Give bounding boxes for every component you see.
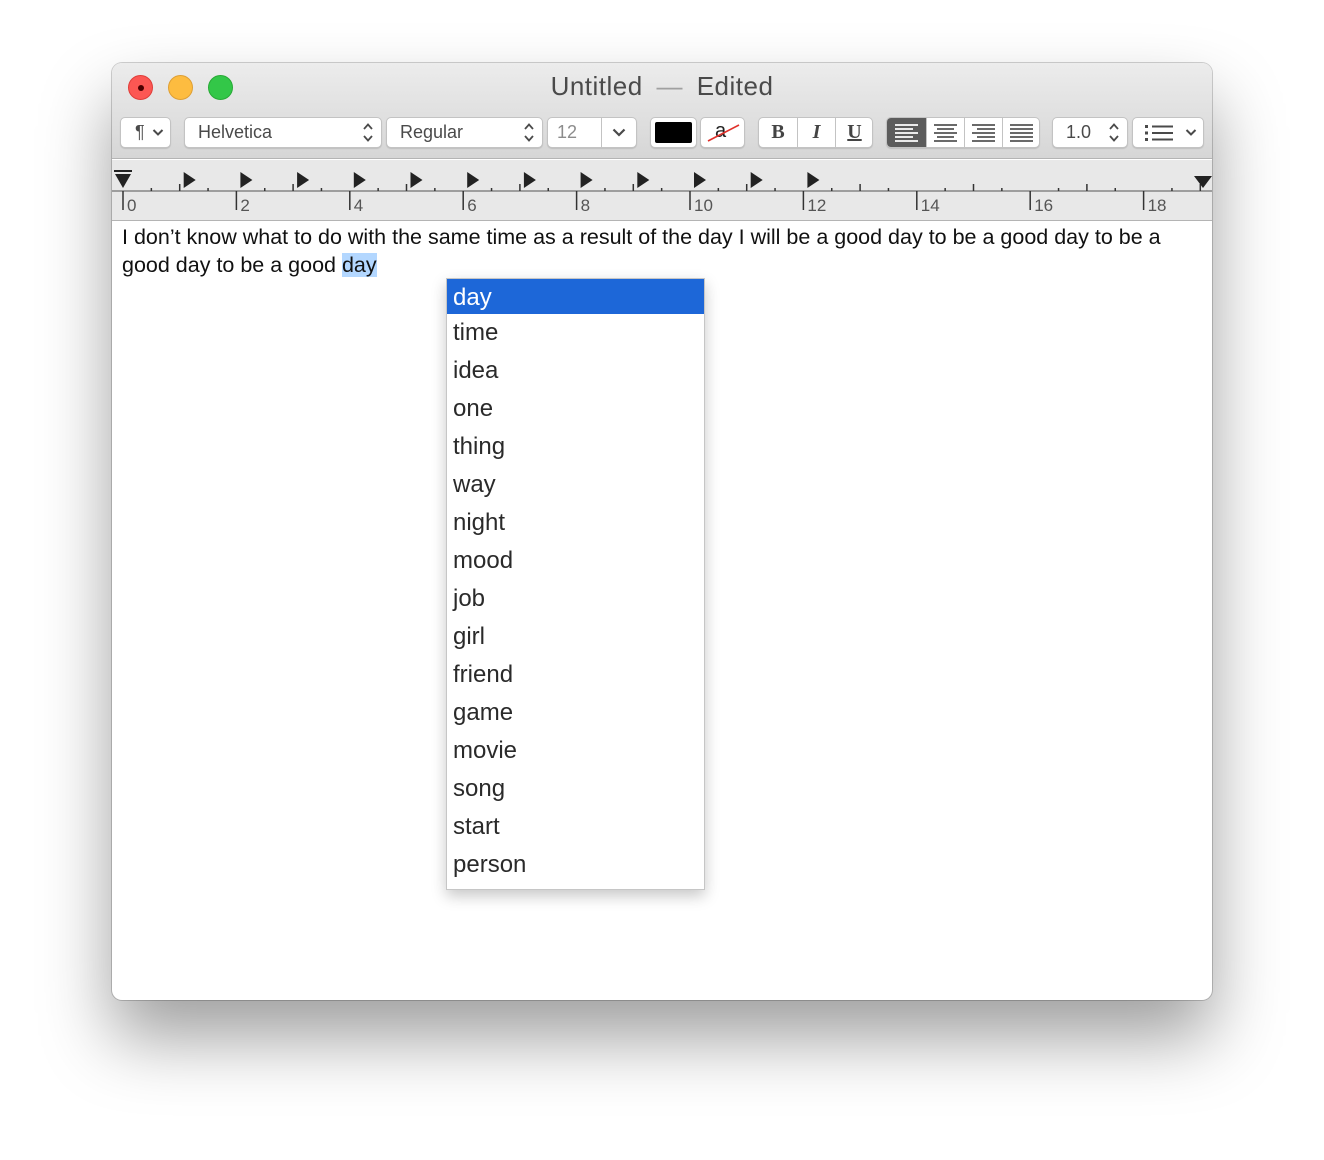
underline-button[interactable]: U <box>836 118 873 147</box>
autocomplete-item[interactable]: night <box>447 504 704 542</box>
autocomplete-item[interactable]: idea <box>447 352 704 390</box>
up-down-arrows-icon <box>1109 123 1119 142</box>
left-indent-marker[interactable] <box>114 170 132 188</box>
align-left-icon <box>895 124 918 142</box>
autocomplete-list[interactable]: day time idea one thing way night mood job girl fr… <box>446 278 705 890</box>
tab-stop-marker[interactable] <box>807 172 820 188</box>
autocomplete-item[interactable]: friend <box>447 656 704 694</box>
autocomplete-item[interactable]: thing <box>447 428 704 466</box>
autocomplete-item[interactable]: day <box>447 279 704 314</box>
autocomplete-item[interactable]: game <box>447 694 704 732</box>
ruler-label: 0 <box>127 196 137 215</box>
window-title: Untitled — Edited <box>112 71 1212 102</box>
text-color-swatch <box>655 122 692 143</box>
selected-word: day <box>341 253 377 277</box>
line-spacing-value: 1.0 <box>1066 122 1092 142</box>
autocomplete-item[interactable]: song <box>447 770 704 808</box>
ruler-label: 14 <box>920 196 940 215</box>
right-margin-marker[interactable] <box>1194 176 1212 188</box>
textedit-window: Untitled — Edited ¶ Helvetica Regular 12… <box>112 63 1212 1000</box>
chevron-down-icon <box>152 129 164 136</box>
align-right-icon <box>972 124 995 142</box>
ruler-label: 2 <box>240 196 250 215</box>
title-separator: — <box>656 71 683 101</box>
line-spacing-popup[interactable]: 1.0 <box>1052 117 1128 148</box>
chevron-down-icon[interactable] <box>612 118 626 147</box>
bold-button[interactable]: B <box>759 118 797 147</box>
font-size-combo[interactable]: 12 <box>547 117 637 148</box>
ruler-label: 8 <box>580 196 591 215</box>
italic-button[interactable]: I <box>798 118 835 147</box>
ruler-label: 4 <box>353 196 364 215</box>
document-text-area[interactable]: I don’t know what to do with the same ti… <box>122 223 1207 279</box>
font-style-popup[interactable]: Regular <box>386 117 543 148</box>
align-right-button[interactable] <box>965 118 1002 147</box>
tab-stop-marker[interactable] <box>297 172 310 188</box>
autocomplete-item[interactable]: start <box>447 808 704 846</box>
tab-stop-marker[interactable] <box>183 172 196 188</box>
document-name: Untitled <box>550 71 643 101</box>
tab-stop-marker[interactable] <box>353 172 366 188</box>
bulleted-list-icon <box>1145 125 1173 141</box>
paragraph-styles-popup[interactable]: ¶ <box>120 117 171 148</box>
autocomplete-item[interactable]: girl <box>447 618 704 656</box>
autocomplete-item[interactable]: one <box>447 390 704 428</box>
justify-button[interactable] <box>1003 118 1039 147</box>
autocomplete-item[interactable]: job <box>447 580 704 618</box>
alignment-segmented <box>886 117 1040 148</box>
list-bullets-popup[interactable] <box>1132 117 1204 148</box>
combo-divider <box>601 118 602 147</box>
ruler-label: 12 <box>807 196 827 215</box>
autocomplete-item[interactable]: way <box>447 466 704 504</box>
text-color-well[interactable] <box>650 117 697 148</box>
format-toolbar: ¶ Helvetica Regular 12 a B I U 1.0 <box>112 117 1212 149</box>
autocomplete-item[interactable]: mood <box>447 542 704 580</box>
autocomplete-item[interactable]: person <box>447 846 704 884</box>
tab-stop-marker[interactable] <box>580 172 593 188</box>
ruler-label: 16 <box>1034 196 1054 215</box>
tab-stop-marker[interactable] <box>750 172 763 188</box>
document-status: Edited <box>696 71 774 101</box>
align-center-icon <box>934 124 957 142</box>
text-style-segmented: B I U <box>758 117 873 148</box>
autocomplete-item[interactable]: time <box>447 314 704 352</box>
font-family-value: Helvetica <box>198 122 273 142</box>
no-color-slash-icon <box>707 124 740 142</box>
tab-stop-marker[interactable] <box>523 172 536 188</box>
up-down-arrows-icon <box>363 123 373 142</box>
font-family-popup[interactable]: Helvetica <box>184 117 382 148</box>
autocomplete-item[interactable]: movie <box>447 732 704 770</box>
ruler[interactable]: 0 2 4 6 8 10 12 14 16 18 <box>112 160 1212 221</box>
tab-stop-marker[interactable] <box>637 172 650 188</box>
tab-stop-marker[interactable] <box>410 172 423 188</box>
chevron-down-icon <box>1185 129 1197 136</box>
tab-stop-marker[interactable] <box>240 172 253 188</box>
font-size-value: 12 <box>557 122 578 142</box>
paragraph-icon: ¶ <box>135 122 145 142</box>
align-left-button[interactable] <box>887 118 926 147</box>
title-bar: Untitled — Edited ¶ Helvetica Regular 12… <box>112 63 1212 159</box>
ruler-label: 10 <box>694 196 713 215</box>
tab-stop-marker[interactable] <box>694 172 706 188</box>
font-style-value: Regular <box>400 122 464 142</box>
document-text: I don’t know what to do with the same ti… <box>122 225 1161 277</box>
align-center-button[interactable] <box>927 118 964 147</box>
up-down-arrows-icon <box>524 123 534 142</box>
ruler-label: 18 <box>1147 196 1167 215</box>
tab-stop-marker[interactable] <box>467 172 480 188</box>
ruler-label: 6 <box>467 196 477 215</box>
highlight-color-well[interactable]: a <box>700 117 745 148</box>
align-justify-icon <box>1010 124 1033 142</box>
